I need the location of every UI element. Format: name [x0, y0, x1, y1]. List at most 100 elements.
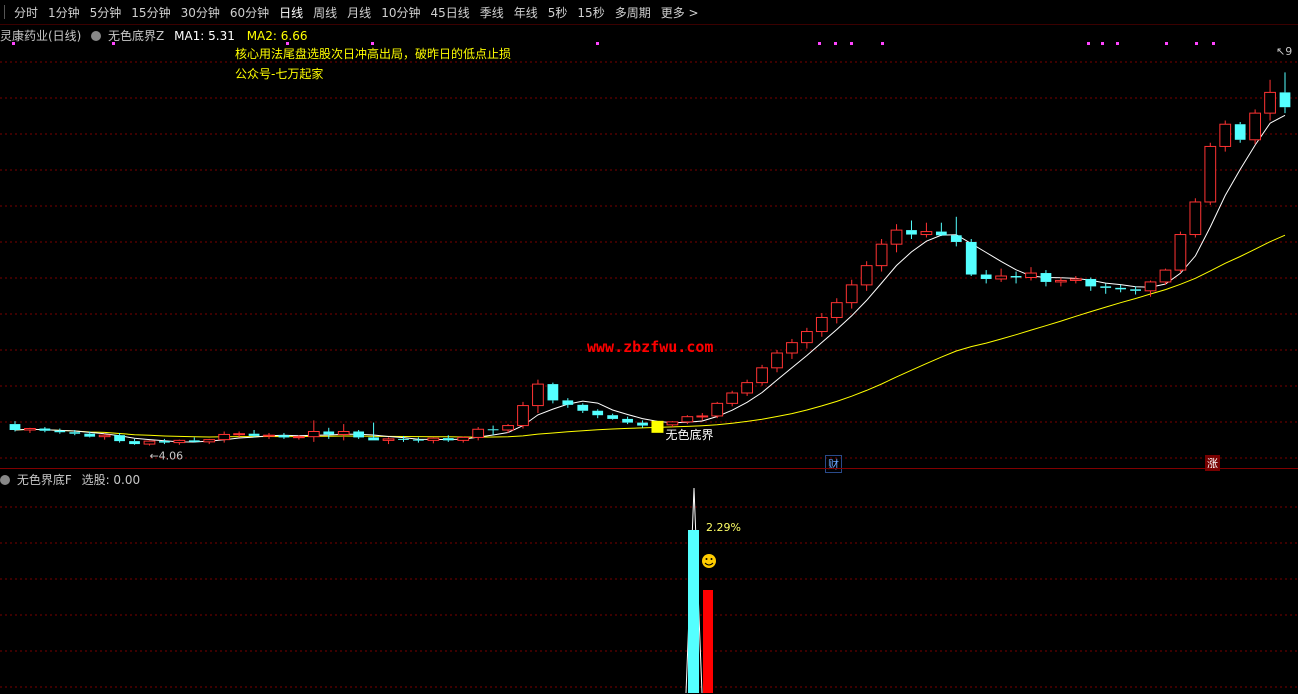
settings-circle-icon[interactable]	[0, 475, 10, 485]
candle-body	[323, 431, 335, 435]
candle	[622, 416, 633, 425]
tab-2[interactable]: 5分钟	[85, 4, 127, 21]
candle-body	[24, 428, 36, 431]
candle-body	[413, 439, 424, 441]
stock-name: 灵康药业(日线)	[0, 29, 82, 43]
candle-body	[278, 435, 290, 438]
candle-body	[114, 435, 125, 442]
candle	[1040, 270, 1052, 287]
candle	[39, 427, 51, 433]
candle-body	[1264, 91, 1276, 114]
low-price-label: ←4.06	[149, 450, 183, 463]
period-toolbar: 分时 1分钟 5分钟 15分钟 30分钟 60分钟 日线 周线 月线 10分钟 45日线 季线 年线 5秒…	[0, 0, 1298, 25]
main-candlestick-chart[interactable]: ←4.06 无色底界 ↖9 灵康药业(日线) 无色底界Z MA1: 5.31 MA2…	[0, 25, 1298, 473]
candle-body	[1025, 272, 1037, 278]
smiley-face-icon	[702, 554, 716, 568]
tab-11[interactable]: 季线	[475, 4, 509, 21]
tab-0[interactable]: 分时	[9, 4, 43, 21]
candle	[711, 401, 724, 419]
candle	[353, 430, 365, 439]
candle	[890, 224, 903, 253]
candle-body	[860, 265, 873, 286]
tab-13[interactable]: 5秒	[543, 4, 573, 21]
tab-16[interactable]: 更多 >	[656, 4, 704, 21]
candle-body	[173, 439, 186, 444]
candle-body	[592, 410, 604, 416]
candle	[995, 268, 1007, 282]
candle-body	[786, 342, 798, 354]
candle	[472, 427, 485, 441]
candle	[173, 439, 186, 445]
candle-body	[607, 415, 619, 419]
candle	[1025, 267, 1037, 281]
candle	[726, 390, 739, 407]
candle	[413, 437, 424, 443]
candle	[771, 350, 783, 373]
candle	[1279, 72, 1291, 114]
candle-body	[935, 231, 947, 236]
tab-5[interactable]: 60分钟	[225, 4, 274, 21]
candle	[1204, 142, 1217, 205]
candle-body	[562, 400, 574, 405]
candle-body	[1055, 279, 1067, 283]
candle-body	[487, 429, 499, 431]
ma2-label: MA2: 6.66	[246, 29, 308, 43]
candle-body	[1144, 281, 1157, 292]
candle	[607, 413, 619, 420]
candle	[188, 437, 200, 443]
candle	[756, 364, 768, 386]
candle-body	[845, 284, 858, 304]
tab-8[interactable]: 月线	[342, 4, 376, 21]
candle	[935, 222, 947, 237]
high-price-label: ↖9	[1276, 45, 1292, 58]
candle	[323, 427, 335, 439]
candle	[906, 220, 917, 239]
candle	[1010, 271, 1022, 284]
tab-9[interactable]: 10分钟	[376, 4, 425, 21]
candle-body	[726, 392, 739, 404]
tab-7[interactable]: 周线	[308, 4, 342, 21]
candle-body	[532, 383, 544, 407]
candle	[1130, 286, 1141, 295]
settings-circle-icon[interactable]	[91, 31, 102, 41]
candle	[547, 382, 559, 404]
candle-body	[711, 402, 724, 417]
candle-body	[382, 438, 395, 441]
candle-body	[577, 404, 589, 411]
candle-body	[9, 424, 21, 431]
candle-body	[307, 430, 320, 438]
candle	[786, 338, 798, 359]
candle	[741, 379, 753, 396]
candle	[517, 401, 529, 429]
tab-6[interactable]: 日线	[274, 4, 308, 21]
signal-dot	[1165, 42, 1168, 45]
spike-bar-cyan	[688, 530, 699, 693]
tab-3[interactable]: 15分钟	[126, 4, 175, 21]
candle-body	[801, 331, 813, 344]
candle-body	[756, 367, 768, 384]
candle	[577, 403, 589, 413]
candle-body	[830, 302, 843, 318]
tab-15[interactable]: 多周期	[610, 4, 656, 21]
tab-10[interactable]: 45日线	[425, 4, 474, 21]
candle-body	[203, 439, 216, 443]
candle-body	[69, 432, 81, 434]
candle	[9, 421, 21, 432]
candle-body	[622, 418, 633, 423]
tab-14[interactable]: 15秒	[572, 4, 609, 21]
tab-1[interactable]: 1分钟	[43, 4, 85, 21]
candle-body	[906, 230, 917, 235]
candle-body	[1279, 92, 1291, 108]
tab-12[interactable]: 年线	[509, 4, 543, 21]
candle-body	[39, 428, 51, 431]
smiley-eye	[705, 558, 708, 560]
candle	[532, 379, 544, 413]
spike-bar-red	[703, 590, 713, 693]
sub-indicator-chart[interactable]: 2.29% 无色界底F 选股: 0.00	[0, 469, 1298, 694]
signal-dot	[818, 42, 821, 45]
signal-dot	[1087, 42, 1090, 45]
tab-4[interactable]: 30分钟	[176, 4, 225, 21]
candle-body	[696, 415, 709, 418]
candle	[666, 421, 679, 428]
candle-body	[293, 436, 305, 439]
